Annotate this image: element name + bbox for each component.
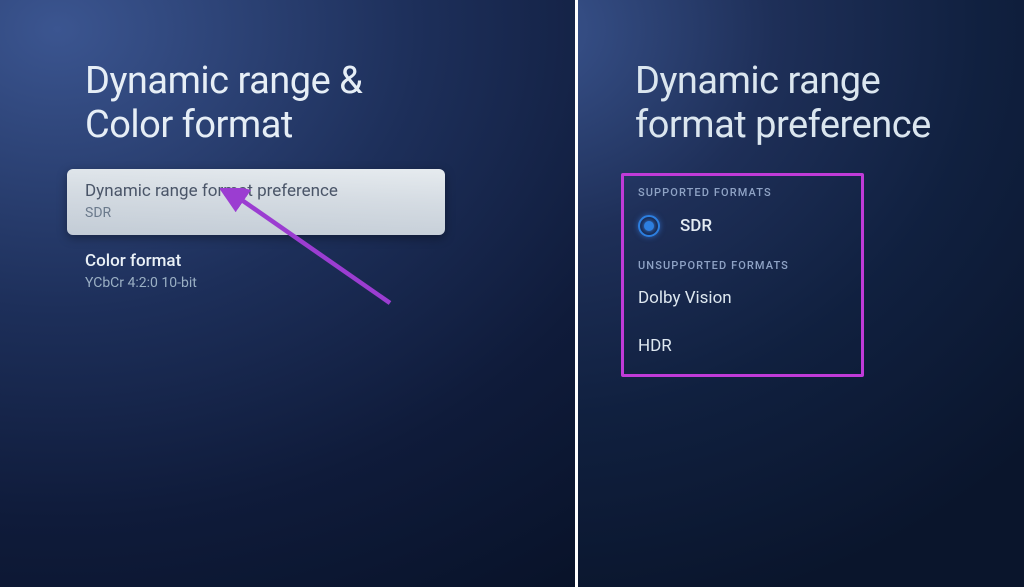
title-line1: Dynamic range (635, 59, 880, 103)
option-value: YCbCr 4:2:0 10-bit (85, 275, 535, 291)
option-label: Dynamic range format preference (85, 181, 427, 201)
settings-pane-left: Dynamic range & Color format Dynamic ran… (0, 0, 575, 587)
section-header-unsupported: UNSUPPORTED FORMATS (638, 259, 843, 272)
page-title-right: Dynamic range format preference (635, 60, 984, 147)
title-line2: format preference (635, 103, 931, 147)
format-option-dolby-vision[interactable]: Dolby Vision (638, 288, 843, 308)
format-option-hdr[interactable]: HDR (638, 336, 843, 356)
title-line1: Dynamic range & (85, 59, 362, 103)
option-color-format[interactable]: Color format YCbCr 4:2:0 10-bit (85, 251, 535, 291)
option-dynamic-range-format-preference[interactable]: Dynamic range format preference SDR (67, 169, 445, 235)
radio-selected-icon (638, 215, 660, 237)
format-label: SDR (680, 216, 712, 236)
format-option-sdr[interactable]: SDR (638, 215, 843, 237)
page-title-left: Dynamic range & Color format (85, 60, 535, 147)
option-value: SDR (85, 205, 427, 221)
section-header-supported: SUPPORTED FORMATS (638, 186, 843, 199)
pane-divider (575, 0, 578, 587)
annotation-highlight-box: SUPPORTED FORMATS SDR UNSUPPORTED FORMAT… (621, 173, 864, 377)
option-label: Color format (85, 251, 535, 271)
settings-pane-right: Dynamic range format preference SUPPORTE… (575, 0, 1024, 587)
title-line2: Color format (85, 103, 293, 147)
